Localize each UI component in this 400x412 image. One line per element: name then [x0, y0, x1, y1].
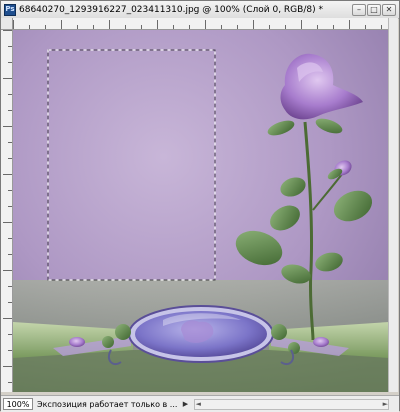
maximize-button[interactable]: □: [367, 3, 381, 16]
scroll-right-icon[interactable]: ►: [383, 400, 388, 408]
photoshop-icon: Ps: [4, 3, 16, 16]
vertical-ruler[interactable]: [1, 30, 13, 392]
ornament-leaf-right-2: [288, 342, 300, 354]
window-controls: – □ ✕: [352, 3, 396, 16]
status-message: Экспозиция работает только в ...: [37, 399, 178, 409]
document-canvas[interactable]: [13, 30, 389, 392]
ornament-leaf-right: [271, 324, 287, 340]
close-button[interactable]: ✕: [382, 3, 396, 16]
status-menu-arrow-icon[interactable]: ▶: [180, 398, 190, 410]
ruler-origin[interactable]: [1, 18, 13, 30]
vertical-scrollbar[interactable]: [388, 18, 398, 392]
horizontal-scrollbar[interactable]: ◄ ►: [194, 398, 389, 410]
document-title: 68640270_1293916227_023411310.jpg @ 100%…: [19, 4, 323, 15]
minimize-button[interactable]: –: [352, 3, 366, 16]
ornament-leaf-left: [115, 324, 131, 340]
horizontal-ruler[interactable]: [13, 18, 389, 30]
artwork: [13, 30, 389, 392]
small-bud-left: [69, 337, 85, 347]
status-bar: 100% Экспозиция работает только в ... ▶ …: [1, 395, 399, 412]
ornament-leaf-left-2: [102, 336, 114, 348]
scroll-left-icon[interactable]: ◄: [195, 400, 200, 408]
title-bar[interactable]: Ps 68640270_1293916227_023411310.jpg @ 1…: [1, 1, 399, 19]
photoshop-document-window: Ps 68640270_1293916227_023411310.jpg @ 1…: [0, 0, 400, 412]
small-bud-right: [313, 337, 329, 347]
zoom-level-field[interactable]: 100%: [3, 398, 33, 410]
